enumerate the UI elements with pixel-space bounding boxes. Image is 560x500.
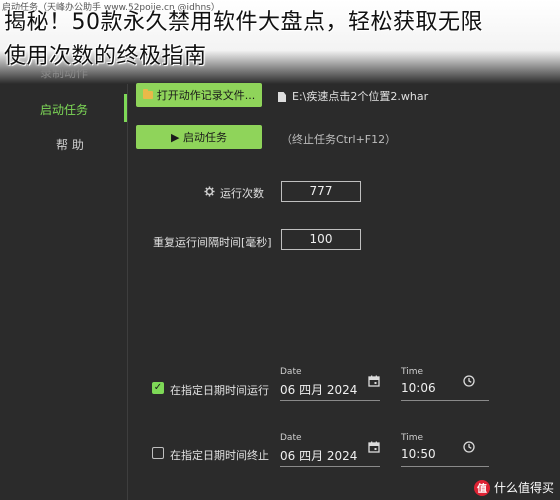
watermark-text: 什么值得买 xyxy=(493,481,554,495)
start-date-label: Date xyxy=(280,367,302,377)
end-time-underline xyxy=(401,466,489,467)
headline: 揭秘！50款永久禁用软件大盘点，轻松获取无限 使用次数的终极指南 xyxy=(0,6,560,74)
interval-label: 重复运行间隔时间[毫秒] xyxy=(153,236,272,249)
headline-line-2: 使用次数的终极指南 xyxy=(4,44,207,69)
record-file-path-text: E:\疾速点击2个位置2.whar xyxy=(292,90,429,103)
calendar-icon[interactable] xyxy=(368,375,380,387)
stop-hint: （终止任务Ctrl+F12） xyxy=(281,133,397,146)
sidebar-item-help[interactable]: 帮 助 xyxy=(56,136,84,153)
interval-input[interactable]: 100 xyxy=(281,229,361,250)
start-time-input[interactable]: 10:06 xyxy=(401,381,436,395)
sidebar-divider xyxy=(127,84,128,500)
watermark: 值 什么值得买 xyxy=(473,479,554,496)
end-date-input[interactable]: 06 四月 2024 xyxy=(280,447,357,464)
calendar-icon[interactable] xyxy=(368,441,380,453)
file-icon xyxy=(278,92,286,102)
start-task-button[interactable]: ▶ 启动任务 xyxy=(136,125,262,149)
end-time-label: Time xyxy=(401,433,424,443)
end-date-label: Date xyxy=(280,433,302,443)
start-date-input[interactable]: 06 四月 2024 xyxy=(280,381,357,398)
end-time-input[interactable]: 10:50 xyxy=(401,447,436,461)
start-time-underline xyxy=(401,400,489,401)
clock-icon[interactable] xyxy=(463,375,475,387)
watermark-logo-icon: 值 xyxy=(473,479,490,496)
open-record-file-label: 打开动作记录文件... xyxy=(156,89,256,102)
start-time-label: Time xyxy=(401,367,424,377)
end-date-underline xyxy=(280,466,380,467)
run-count-input[interactable]: 777 xyxy=(281,181,361,202)
start-schedule-label: 在指定日期时间运行 xyxy=(170,384,269,397)
record-file-path: E:\疾速点击2个位置2.whar xyxy=(278,88,428,104)
clock-icon[interactable] xyxy=(463,441,475,453)
run-count-label: 运行次数 xyxy=(220,187,264,200)
headline-line-1: 揭秘！50款永久禁用软件大盘点，轻松获取无限 xyxy=(4,10,483,35)
end-schedule-label: 在指定日期时间终止 xyxy=(170,449,269,462)
start-schedule-checkbox[interactable]: ✓ xyxy=(152,382,164,394)
open-record-file-button[interactable]: 打开动作记录文件... xyxy=(136,83,262,107)
gear-icon xyxy=(204,186,215,197)
end-schedule-checkbox[interactable] xyxy=(152,447,164,459)
start-date-underline xyxy=(280,400,380,401)
sidebar-item-start-task[interactable]: 启动任务 xyxy=(40,101,88,118)
check-icon: ✓ xyxy=(153,382,163,393)
sidebar-active-indicator xyxy=(124,94,127,122)
folder-icon xyxy=(142,89,153,99)
